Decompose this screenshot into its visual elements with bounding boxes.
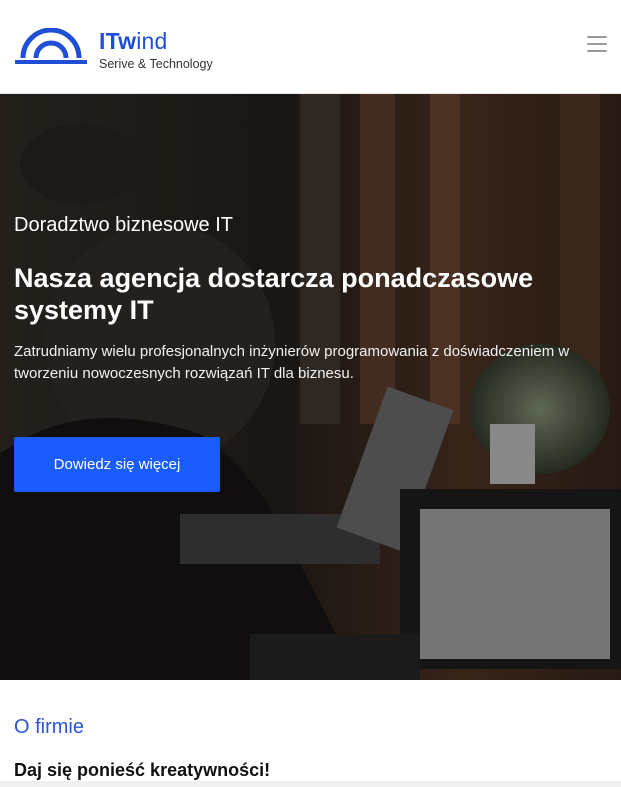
logo-text: ITwind Serive & Technology: [99, 28, 213, 71]
hero-lead: Zatrudniamy wielu profesjonalnych inżyni…: [14, 343, 570, 382]
hero-title: Nasza agencja dostarcza ponadczasowe sys…: [14, 263, 534, 325]
logo-link[interactable]: ITwind Serive & Technology: [14, 28, 274, 74]
about-title: Daj się ponieść kreatywności!: [14, 760, 271, 780]
site-header: ITwind Serive & Technology: [0, 0, 621, 94]
bottom-strip: [0, 781, 621, 787]
hero-section: Doradztwo biznesowe IT Nasza agencja dos…: [0, 94, 621, 680]
hero-content: Doradztwo biznesowe IT Nasza agencja dos…: [14, 213, 594, 492]
about-section: O firmie Daj się ponieść kreatywności!: [0, 680, 621, 787]
hamburger-icon[interactable]: [587, 36, 607, 54]
brand-tagline: Serive & Technology: [99, 57, 213, 71]
learn-more-button[interactable]: Dowiedz się więcej: [14, 437, 220, 492]
about-label: O firmie: [14, 716, 84, 738]
hero-kicker: Doradztwo biznesowe IT: [14, 214, 233, 236]
brand-name: ITwind: [99, 28, 168, 54]
logo-icon: [15, 28, 87, 64]
